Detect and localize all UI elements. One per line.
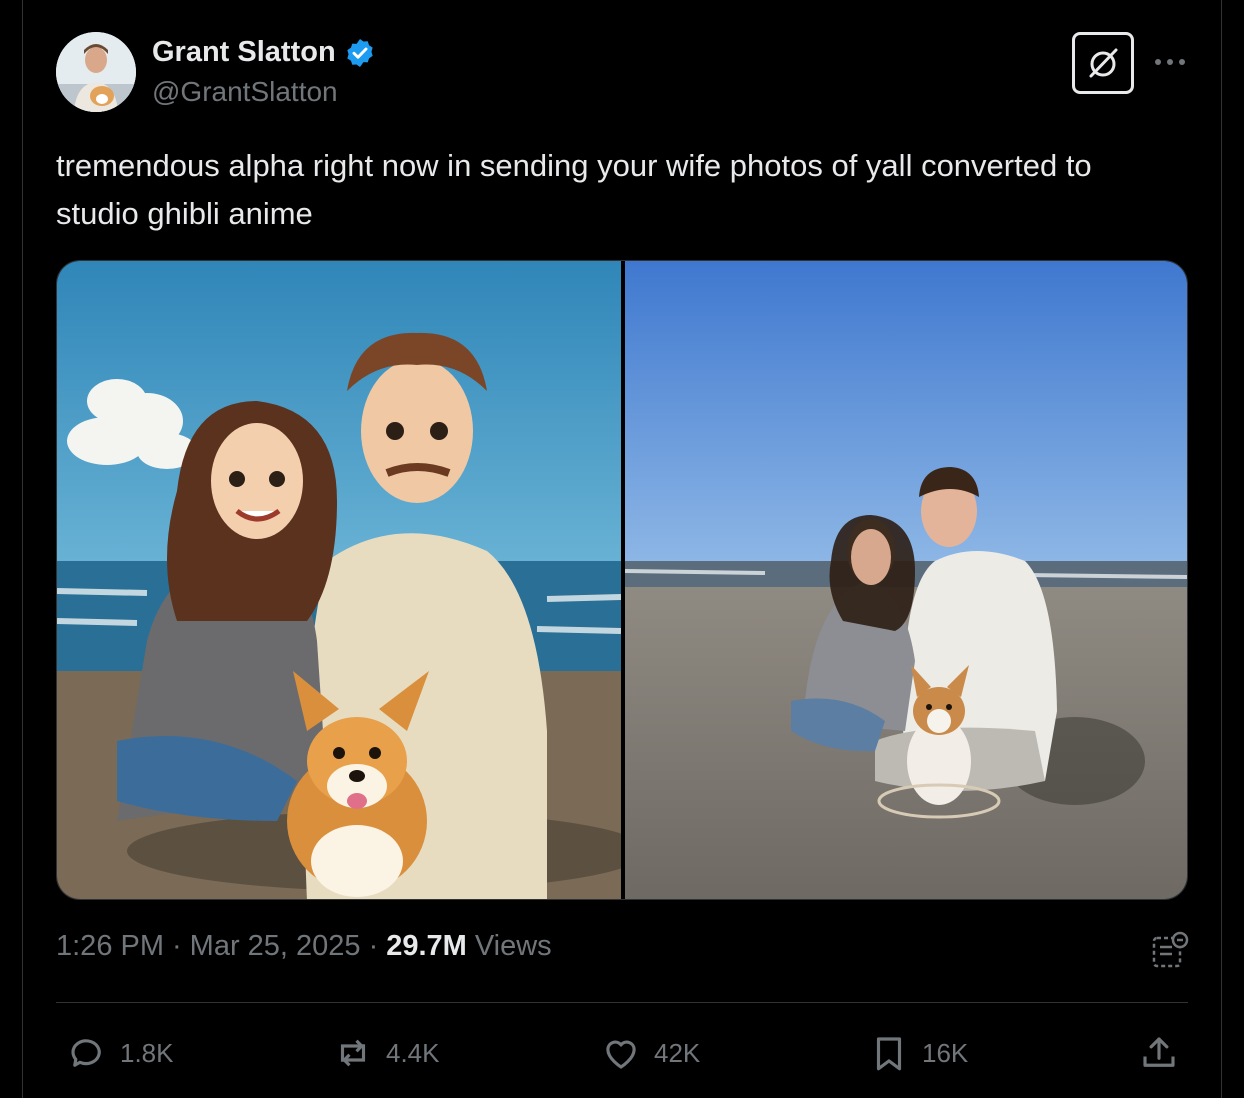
analytics-icon xyxy=(1152,931,1189,968)
grok-icon xyxy=(1089,48,1118,78)
repost-icon xyxy=(340,1039,366,1067)
author-name-row[interactable]: Grant Slatton xyxy=(152,36,376,69)
repost-count: 4.4K xyxy=(386,1037,440,1068)
bookmark-button[interactable]: 16K xyxy=(868,1030,968,1076)
views-count: 29.7M xyxy=(386,930,467,962)
tweet-date[interactable]: Mar 25, 2025 xyxy=(190,930,361,963)
like-icon xyxy=(606,1040,636,1069)
grok-button[interactable] xyxy=(1072,32,1134,94)
views-label: Views xyxy=(474,930,552,962)
tweet-time[interactable]: 1:26 PM xyxy=(56,930,164,963)
share-button[interactable] xyxy=(1138,1030,1180,1076)
reply-icon xyxy=(71,1039,101,1067)
media-grid[interactable] xyxy=(56,260,1188,900)
avatar[interactable] xyxy=(56,32,136,112)
author-name[interactable]: Grant Slatton xyxy=(152,36,336,69)
reply-button[interactable]: 1.8K xyxy=(66,1030,174,1076)
bookmark-count: 16K xyxy=(922,1037,969,1068)
verified-badge-icon xyxy=(347,38,373,67)
tweet-meta: 1:26 PM · Mar 25, 2025 · 29.7M Views xyxy=(56,930,552,963)
share-icon xyxy=(1143,1037,1175,1067)
photo-image[interactable] xyxy=(625,261,1188,900)
tweet-text: tremendous alpha right now in sending yo… xyxy=(56,148,1092,231)
meta-separator: · xyxy=(368,930,379,962)
more-icon xyxy=(1155,59,1185,65)
meta-separator: · xyxy=(172,930,182,962)
reply-count: 1.8K xyxy=(120,1037,174,1068)
bookmark-icon xyxy=(876,1037,902,1071)
analytics-button[interactable] xyxy=(1150,930,1190,970)
like-button[interactable]: 42K xyxy=(600,1030,700,1076)
more-button[interactable] xyxy=(1150,44,1190,80)
repost-button[interactable]: 4.4K xyxy=(332,1030,440,1076)
author-handle[interactable]: @GrantSlatton xyxy=(152,76,338,108)
like-count: 42K xyxy=(654,1037,701,1068)
anime-image[interactable] xyxy=(57,261,621,900)
divider xyxy=(56,1002,1188,1003)
